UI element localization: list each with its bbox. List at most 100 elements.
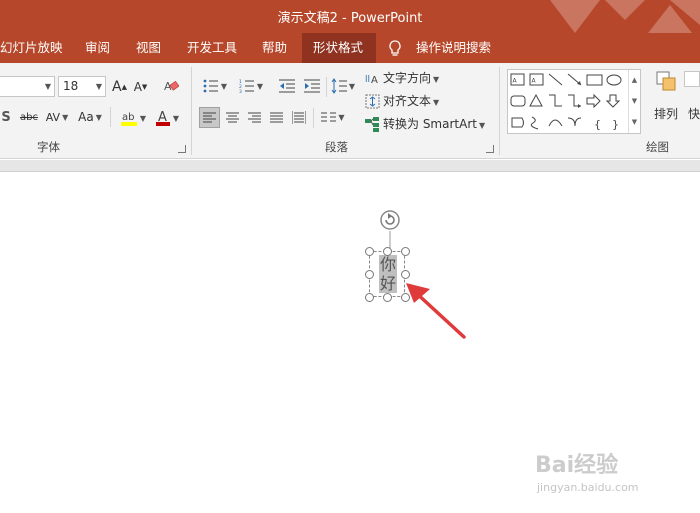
- shapes-gallery[interactable]: A A { } ▲ ▼ ▼: [507, 69, 641, 134]
- clear-formatting-button[interactable]: A: [160, 76, 182, 96]
- indent-icon: [304, 79, 320, 93]
- title-bar-decoration: [550, 0, 700, 33]
- text-direction-label: 文字方向: [383, 71, 432, 85]
- convert-to-smartart-button[interactable]: 转换为 SmartArt ▼: [365, 114, 485, 134]
- group-separator: [499, 67, 500, 155]
- justify-button[interactable]: [266, 107, 287, 128]
- resize-handle-left[interactable]: [364, 269, 374, 279]
- divider: [313, 108, 314, 128]
- change-case-label: Aa: [78, 110, 94, 124]
- quick-styles-button[interactable]: 快: [688, 103, 700, 123]
- divider: [326, 77, 327, 97]
- line-spacing-button[interactable]: ▼: [329, 76, 357, 96]
- baidu-watermark: Bai经验: [535, 453, 619, 478]
- font-name-combo[interactable]: ▼: [0, 76, 55, 97]
- align-text-button[interactable]: 对齐文本 ▼: [365, 91, 439, 111]
- smartart-icon: [365, 117, 379, 132]
- align-right-button[interactable]: [244, 107, 265, 128]
- align-center-icon: [226, 112, 239, 123]
- change-case-button[interactable]: Aa ▼: [75, 107, 105, 127]
- columns-icon: [321, 112, 337, 122]
- highlight-color-button[interactable]: ab ▼: [116, 107, 150, 129]
- svg-text:A: A: [513, 78, 518, 85]
- tab-developer[interactable]: 开发工具: [176, 33, 248, 63]
- font-color-button[interactable]: A ▼: [152, 107, 182, 129]
- drawing-group-label: 绘图: [646, 140, 669, 154]
- align-left-button[interactable]: [199, 107, 220, 128]
- rotate-handle[interactable]: [375, 205, 405, 251]
- editor-top-border: [0, 160, 700, 172]
- char-spacing-button[interactable]: AV ▼: [44, 107, 70, 127]
- align-text-label: 对齐文本: [383, 94, 432, 108]
- increase-font-size-button[interactable]: A ▲: [111, 77, 128, 97]
- font-group-label: 字体: [37, 140, 60, 154]
- svg-text:A: A: [532, 78, 537, 85]
- resize-handle-bottom-left[interactable]: [364, 292, 374, 302]
- svg-text:A: A: [371, 75, 378, 86]
- increase-indent-button[interactable]: [301, 76, 323, 96]
- group-separator: [191, 67, 192, 155]
- font-size-combo[interactable]: 18 ▼: [58, 76, 106, 97]
- paragraph-group-label: 段落: [325, 140, 348, 154]
- gallery-scrollbar[interactable]: ▲ ▼ ▼: [628, 70, 640, 133]
- line-spacing-icon: [331, 78, 347, 94]
- ribbon-tabs: 幻灯片放映 审阅 视图 开发工具 帮助 形状格式 操作说明搜索: [0, 33, 700, 63]
- arrange-button[interactable]: 排列: [650, 71, 682, 133]
- align-text-icon: [365, 94, 380, 109]
- decrease-font-size-button[interactable]: A ▼: [132, 77, 149, 97]
- outdent-icon: [279, 79, 295, 93]
- lightbulb-icon: [389, 39, 401, 56]
- align-right-icon: [248, 112, 261, 123]
- ribbon: ▼ 18 ▼ A ▲ A ▼ A S abc AV ▼ Aa ▼ ab ▼ A ▼ 字体: [0, 63, 700, 159]
- paragraph-dialog-launcher[interactable]: [486, 145, 494, 153]
- align-center-button[interactable]: [222, 107, 243, 128]
- tab-shape-format[interactable]: 形状格式: [302, 33, 376, 63]
- strikethrough-button[interactable]: abc: [17, 107, 41, 127]
- arrange-label: 排列: [653, 107, 678, 121]
- title-bar: 演示文稿2 - PowerPoint: [0, 0, 700, 33]
- distribute-icon: [291, 111, 306, 124]
- highlighter-icon: ab: [120, 112, 137, 126]
- justify-icon: [270, 112, 283, 123]
- svg-text:ab: ab: [122, 112, 134, 123]
- tab-help[interactable]: 帮助: [251, 33, 298, 63]
- eraser-icon: A: [164, 80, 179, 93]
- shadow-button[interactable]: S: [0, 107, 13, 127]
- numbering-button[interactable]: 1 2 3 ▼: [235, 76, 267, 96]
- tab-slideshow[interactable]: 幻灯片放映: [0, 33, 74, 63]
- divider: [110, 107, 111, 127]
- font-color-icon: A: [155, 110, 170, 126]
- shapes-gallery-icons: A A { }: [510, 73, 622, 131]
- resize-handle-bottom[interactable]: [382, 292, 392, 302]
- convert-to-smartart-label: 转换为 SmartArt: [383, 117, 477, 131]
- tell-me-search[interactable]: 操作说明搜索: [388, 33, 491, 63]
- align-left-icon: [203, 112, 216, 123]
- svg-text:}: }: [612, 118, 619, 131]
- arrange-icon: [656, 71, 676, 91]
- distributed-button[interactable]: [288, 107, 309, 128]
- svg-text:{: {: [594, 118, 601, 131]
- tell-me-label: 操作说明搜索: [415, 40, 491, 55]
- bullet-list-icon: [203, 79, 218, 93]
- svg-text:ll: ll: [365, 75, 370, 85]
- font-size-value: 18: [63, 79, 79, 93]
- svg-text:3: 3: [239, 89, 242, 93]
- tab-view[interactable]: 视图: [125, 33, 172, 63]
- text-box-content[interactable]: 你好: [379, 255, 397, 293]
- quick-styles-label: 快: [688, 106, 700, 121]
- columns-button[interactable]: ▼: [318, 107, 348, 128]
- tab-review[interactable]: 审阅: [74, 33, 121, 63]
- decrease-indent-button[interactable]: [276, 76, 298, 96]
- font-dialog-launcher[interactable]: [178, 145, 186, 153]
- text-direction-icon: ll A: [365, 75, 378, 86]
- watermark-url: jingyan.baidu.com: [537, 481, 639, 494]
- red-arrow-annotation: [406, 283, 466, 339]
- char-spacing-label: AV: [45, 110, 61, 124]
- resize-handle-top-left[interactable]: [364, 246, 374, 256]
- resize-handle-top-right[interactable]: [400, 246, 410, 256]
- bullets-button[interactable]: ▼: [199, 76, 231, 96]
- numbered-list-icon: 1 2 3: [239, 79, 254, 93]
- quick-styles-icon: [684, 71, 700, 87]
- resize-handle-top[interactable]: [382, 246, 392, 256]
- text-direction-button[interactable]: ll A 文字方向 ▼: [365, 68, 439, 88]
